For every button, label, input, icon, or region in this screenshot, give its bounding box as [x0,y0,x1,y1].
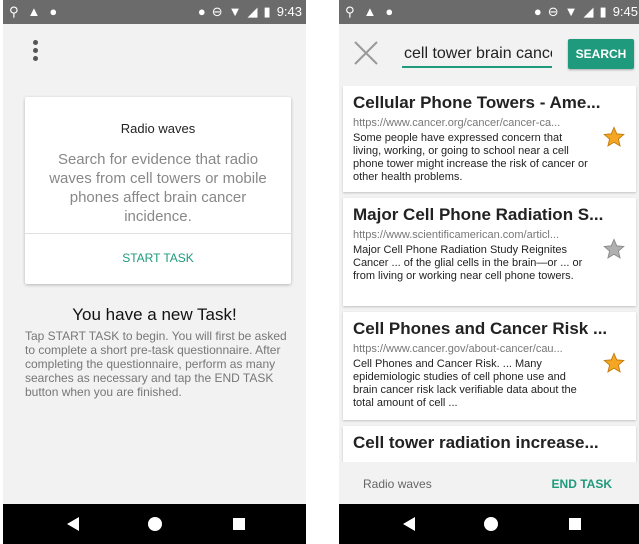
search-result-card[interactable]: Cell tower radiation increase... [343,426,636,462]
results-list: Cellular Phone Towers - Ame... https://ww… [339,86,639,462]
result-title[interactable]: Cell tower radiation increase... [353,433,619,453]
task-card: Radio waves Search for evidence that rad… [25,97,291,284]
result-snippet: Some people have expressed concern that … [353,132,588,183]
close-icon[interactable] [353,40,379,66]
recent-apps-icon[interactable] [233,518,245,530]
search-icon: ⚲ [345,4,355,19]
task-description: Search for evidence that radio waves fro… [49,151,267,225]
result-url: https://www.scientificamerican.com/artic… [353,229,560,241]
warning-icon: ▲ [27,4,41,19]
do-not-disturb-icon: ⊖ [211,4,223,19]
wifi-icon: ▼ [228,4,242,19]
result-title[interactable]: Major Cell Phone Radiation S... [353,205,619,225]
search-button[interactable]: SEARCH [568,39,634,69]
battery-icon: ▮ [599,4,607,19]
result-title[interactable]: Cell Phones and Cancer Risk ... [353,319,619,339]
result-title[interactable]: Cellular Phone Towers - Ame... [353,93,619,113]
do-not-disturb-icon: ⊖ [547,4,559,19]
overflow-menu-icon[interactable] [30,40,40,64]
star-icon[interactable] [603,126,625,148]
back-icon[interactable] [403,517,415,531]
bottom-bar: Radio waves END TASK [339,462,639,504]
divider [25,233,291,234]
search-input[interactable]: cell tower brain cancer [402,42,552,68]
wifi-icon: ▼ [564,4,578,19]
location-icon: ● [197,4,206,19]
clock: 9:43 [276,4,302,19]
result-url: https://www.cancer.gov/about-cancer/cau.… [353,343,563,355]
status-bar: ⚲ ▲ ● ● ⊖ ▼ ◢ ▮ 9:45 [339,0,639,24]
task-title: Radio waves [120,121,196,136]
star-icon[interactable] [603,352,625,374]
new-task-instructions: Tap START TASK to begin. You will first … [25,329,287,399]
clock: 9:45 [612,4,638,19]
battery-icon: ▮ [263,4,271,19]
result-snippet: Cell Phones and Cancer Risk. ... Many ep… [353,358,577,409]
search-icon: ⚲ [9,4,19,19]
search-result-card[interactable]: Cellular Phone Towers - Ame... https://ww… [343,86,636,192]
navigation-bar [339,504,639,544]
result-url: https://www.cancer.org/cancer/cancer-ca.… [353,117,561,129]
status-bar: ⚲ ▲ ● ● ⊖ ▼ ◢ ▮ 9:43 [3,0,306,24]
new-task-heading: You have a new Task! [72,305,237,324]
start-task-button[interactable]: START TASK [25,251,291,265]
search-result-card[interactable]: Major Cell Phone Radiation S... https://w… [343,198,636,306]
home-icon[interactable] [148,517,162,531]
star-icon[interactable] [603,238,625,260]
signal-icon: ◢ [247,4,258,19]
notification-icon: ● [49,4,58,19]
warning-icon: ▲ [363,4,377,19]
back-icon[interactable] [67,517,79,531]
task-screen: ⚲ ▲ ● ● ⊖ ▼ ◢ ▮ 9:43 Radio waves Search … [3,0,306,544]
home-icon[interactable] [484,517,498,531]
search-result-card[interactable]: Cell Phones and Cancer Risk ... https://w… [343,312,636,420]
search-header: cell tower brain cancer SEARCH [339,24,639,82]
navigation-bar [3,504,306,544]
search-screen: ⚲ ▲ ● ● ⊖ ▼ ◢ ▮ 9:45 cell tower brain ca… [339,0,639,544]
end-task-button[interactable]: END TASK [552,477,612,491]
location-icon: ● [533,4,542,19]
signal-icon: ◢ [583,4,594,19]
recent-apps-icon[interactable] [569,518,581,530]
notification-icon: ● [385,4,394,19]
result-snippet: Major Cell Phone Radiation Study Reignit… [353,244,583,282]
current-task-name: Radio waves [363,477,432,491]
